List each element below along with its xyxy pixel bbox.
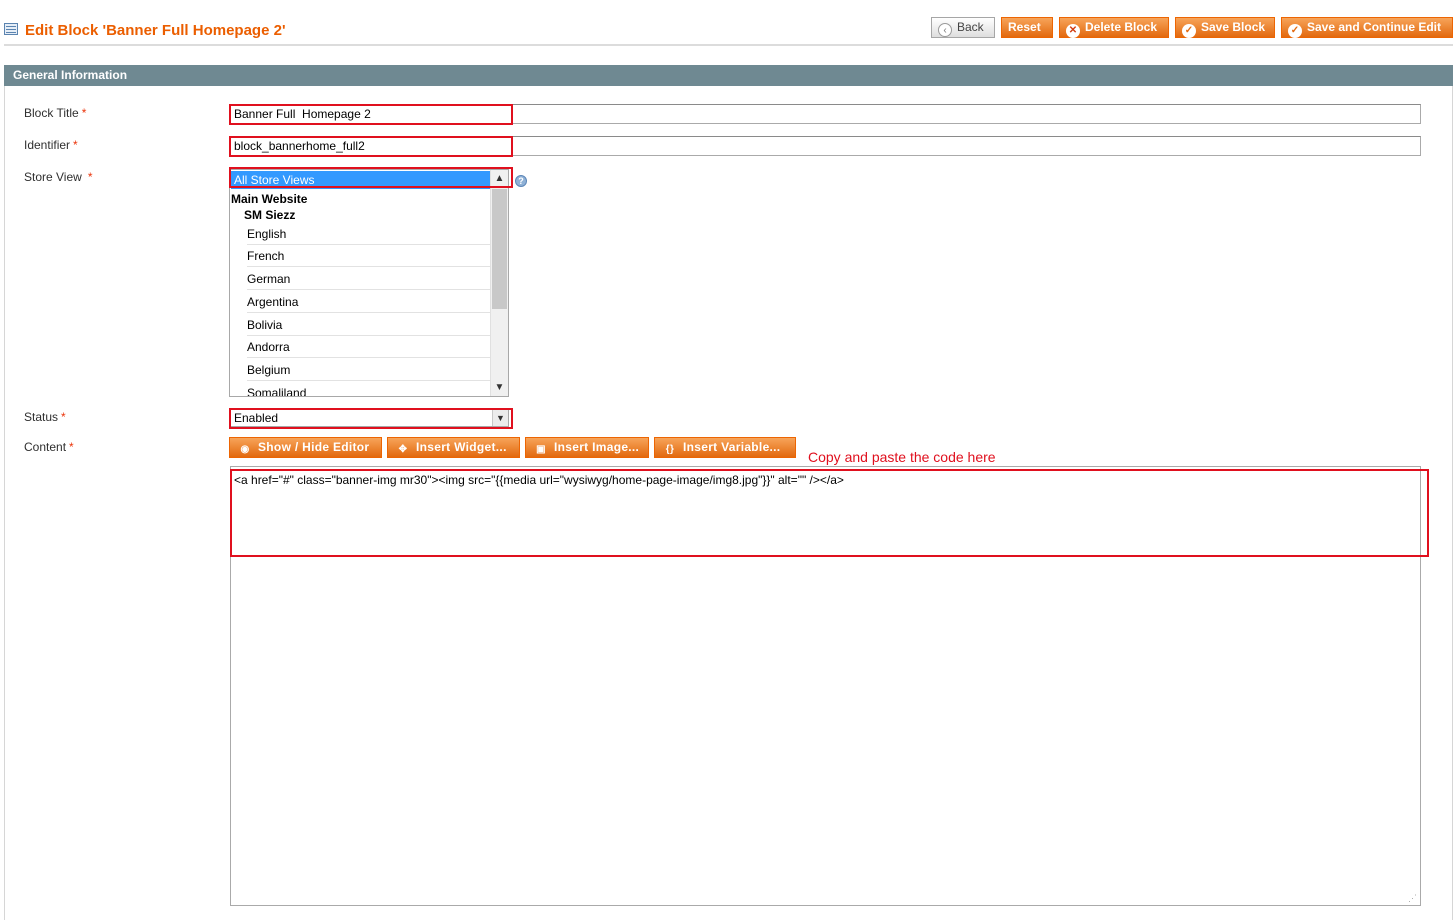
insert-variable-button[interactable]: {} Insert Variable...: [654, 437, 796, 458]
grid-icon: [4, 23, 18, 35]
identifier-label: Identifier *: [24, 138, 78, 152]
required-mark: *: [73, 138, 78, 152]
insert-variable-label: Insert Variable...: [683, 440, 781, 454]
required-mark: *: [61, 410, 66, 424]
scroll-up-icon[interactable]: ▲: [491, 170, 508, 187]
page-title: Edit Block 'Banner Full Homepage 2': [25, 22, 286, 39]
content-label: Content *: [24, 440, 74, 454]
store-view-option[interactable]: Somaliland: [247, 382, 490, 396]
store-view-option[interactable]: German: [247, 268, 490, 290]
store-view-option[interactable]: Andorra: [247, 336, 490, 358]
insert-widget-label: Insert Widget...: [416, 440, 507, 454]
store-view-label-text: Store View: [24, 170, 82, 184]
store-view-option[interactable]: Belgium: [247, 359, 490, 381]
page-header: Edit Block 'Banner Full Homepage 2' ‹ Bac…: [0, 0, 1453, 47]
block-title-label-text: Block Title: [24, 106, 79, 120]
delete-block-button[interactable]: ✕ Delete Block: [1059, 17, 1169, 38]
section-header: General Information: [4, 65, 1453, 86]
variable-icon: {}: [665, 444, 675, 455]
annotation-text: Copy and paste the code here: [808, 449, 996, 465]
store-view-option[interactable]: English: [247, 223, 490, 245]
identifier-input[interactable]: [230, 136, 1421, 156]
required-mark: *: [81, 106, 87, 120]
store-view-option[interactable]: Bolivia: [247, 314, 490, 336]
back-label: Back: [957, 20, 984, 34]
delete-icon: ✕: [1066, 24, 1080, 38]
save-block-button[interactable]: ✓ Save Block: [1175, 17, 1275, 38]
store-view-option[interactable]: French: [247, 245, 490, 267]
store-view-group-website: Main Website: [231, 192, 308, 206]
store-view-option-all[interactable]: All Store Views: [231, 171, 490, 189]
show-hide-label: Show / Hide Editor: [258, 440, 370, 454]
save-label: Save Block: [1201, 20, 1266, 34]
show-hide-editor-button[interactable]: ◉ Show / Hide Editor: [229, 437, 382, 458]
save-continue-label: Save and Continue Edit: [1307, 20, 1442, 34]
reset-button[interactable]: Reset: [1001, 17, 1053, 38]
status-select[interactable]: Enabled ▼: [230, 409, 509, 427]
status-label-text: Status: [24, 410, 59, 424]
content-textarea[interactable]: <a href="#" class="banner-img mr30"><img…: [230, 466, 1421, 906]
required-mark: *: [69, 440, 74, 454]
eye-icon: ◉: [240, 444, 250, 455]
identifier-label-text: Identifier: [24, 138, 71, 152]
block-title-input[interactable]: [230, 104, 1421, 124]
insert-image-button[interactable]: ▣ Insert Image...: [525, 437, 649, 458]
insert-widget-button[interactable]: ✥ Insert Widget...: [387, 437, 520, 458]
store-view-option[interactable]: Argentina: [247, 291, 490, 313]
scrollbar-thumb[interactable]: [492, 189, 507, 309]
status-label: Status *: [24, 410, 66, 424]
header-divider: [4, 44, 1453, 46]
content-label-text: Content: [24, 440, 67, 454]
store-view-label: Store View *: [24, 170, 92, 184]
store-view-group-store: SM Siezz: [244, 208, 296, 222]
help-icon[interactable]: ?: [515, 175, 527, 187]
back-button[interactable]: ‹ Back: [931, 17, 995, 38]
required-mark: *: [87, 170, 93, 184]
status-value: Enabled: [234, 411, 279, 425]
check-icon: ✓: [1182, 24, 1196, 38]
block-title-label: Block Title *: [24, 106, 86, 120]
resize-grip-icon[interactable]: ⋰: [1408, 893, 1418, 903]
save-and-continue-button[interactable]: ✓ Save and Continue Edit: [1281, 17, 1453, 38]
scroll-down-icon[interactable]: ▼: [491, 379, 508, 396]
check-icon: ✓: [1288, 24, 1302, 38]
store-view-scrollbar[interactable]: ▲ ▼: [490, 170, 508, 396]
insert-image-label: Insert Image...: [554, 440, 640, 454]
image-icon: ▣: [536, 444, 546, 455]
arrow-left-icon: ‹: [938, 23, 952, 37]
widget-icon: ✥: [398, 444, 408, 455]
store-view-multiselect[interactable]: All Store Views Main Website SM Siezz En…: [229, 169, 509, 397]
reset-label: Reset: [1008, 20, 1041, 34]
delete-label: Delete Block: [1085, 20, 1158, 34]
chevron-down-icon[interactable]: ▼: [492, 410, 508, 426]
